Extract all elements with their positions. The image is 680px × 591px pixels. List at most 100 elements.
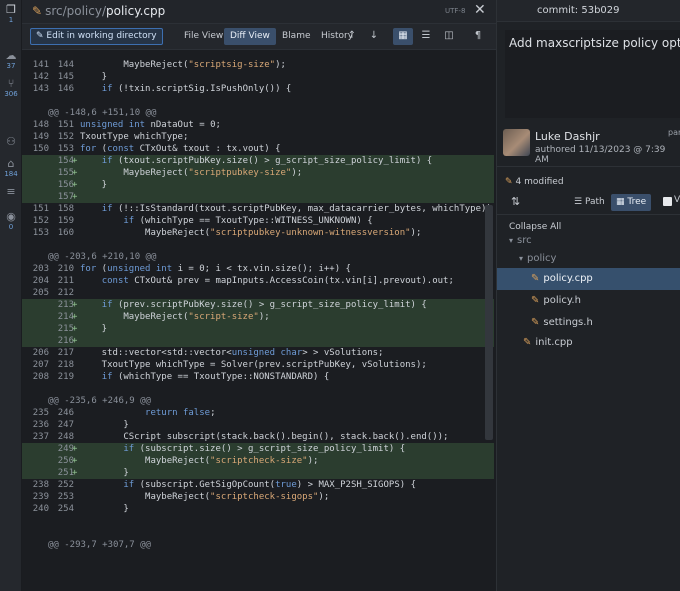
commit-sha[interactable]: commit: 53b029 [537, 5, 620, 16]
tree-file-settings-h[interactable]: ✎ settings.h [497, 312, 680, 334]
code-text: if (!::IsStandard(txout.scriptPubKey, ma… [101, 204, 496, 214]
code-text: TxoutType whichType; [80, 132, 189, 142]
context-line: 236 247 } [22, 419, 494, 431]
old-line-number: 239 [32, 492, 49, 502]
diff-sign: + [72, 168, 78, 178]
close-icon[interactable]: ✕ [474, 2, 486, 18]
tree-item-label: settings.h [543, 317, 593, 328]
code-text: return false; [145, 408, 216, 418]
new-line-number: 212 [57, 288, 74, 298]
hunk-header: @@ -293,7 +307,7 @@ [22, 539, 494, 551]
file-view-button[interactable]: File View [178, 28, 229, 45]
activity-item-tag[interactable]: ⌂ 184 [0, 158, 22, 179]
commit-panel: commit: 53b029 Add maxscriptsize policy … [496, 0, 680, 591]
edit-in-working-directory-button[interactable]: ✎ Edit in working directory [30, 28, 163, 45]
context-line: 235 246 return false; [22, 407, 494, 419]
stack-icon: ≡ [6, 185, 16, 198]
old-line-number: 149 [32, 132, 49, 142]
encoding-label[interactable]: UTF-8 [445, 7, 465, 15]
modified-count-label: 4 modified [515, 177, 564, 187]
edit-button-label: Edit in working directory [46, 31, 157, 41]
new-line-number: 160 [57, 228, 74, 238]
old-line-number: 240 [32, 504, 49, 514]
added-line: 249 + if (subscript.size() > g_script_siz… [22, 443, 494, 455]
code-text: MaybeReject("scriptpubkey-size"); [80, 168, 303, 178]
new-line-number: 153 [57, 144, 74, 154]
context-line: 141 144 MaybeReject("scriptsig-size"); [22, 59, 494, 71]
code-text: if (whichType == TxoutType::NONSTANDARD)… [101, 372, 330, 382]
old-line-number: 235 [32, 408, 49, 418]
diff-sign: + [72, 456, 78, 466]
hunk-header: @@ -235,6 +246,9 @@ [22, 395, 494, 407]
sort-icon[interactable]: ⇅ [511, 195, 520, 208]
split-view-icon[interactable]: ◫ [439, 28, 459, 45]
code-text: } [80, 72, 108, 82]
old-line-number: 208 [32, 372, 49, 382]
author-date: authored 11/13/2023 @ 7:39 AM [535, 145, 666, 165]
code-text: if (subscript.GetSigOpCount(true) > MAX_… [123, 480, 416, 490]
activity-item-cloud[interactable]: ☁ 37 [0, 50, 22, 71]
commit-message[interactable]: Add maxscriptsize policy option [505, 30, 680, 118]
tree-view-button[interactable]: ▦ Tree [611, 194, 652, 211]
whitespace-icon[interactable]: ¶ [468, 28, 488, 45]
diff-sign: + [72, 324, 78, 334]
added-line: 251 + } [22, 467, 494, 479]
old-line-number: 207 [32, 360, 49, 370]
diff-code-area[interactable]: 141 144 MaybeReject("scriptsig-size"); 142… [22, 50, 496, 591]
code-text: for (const CTxOut& txout : tx.vout) { [80, 144, 281, 154]
new-line-number: 217 [57, 348, 74, 358]
diff-toolbar: ✎ Edit in working directory File View Di… [22, 24, 496, 50]
context-line: 203 210 for (unsigned int i = 0; i < tx.vi… [22, 263, 494, 275]
hunk-header-text: @@ -235,6 +246,9 @@ [48, 396, 151, 406]
view-checkbox[interactable] [663, 197, 672, 206]
collapse-all-link[interactable]: Collapse All [509, 222, 561, 232]
tree-file-policy-h[interactable]: ✎ policy.h [497, 290, 680, 312]
diff-panel: ✎ src/policy/policy.cpp UTF-8 ✕ ✎ Edit in… [22, 0, 496, 591]
activity-item-stack[interactable]: ≡ [0, 186, 22, 198]
new-line-number: 218 [57, 360, 74, 370]
previous-change-icon[interactable]: ↑ [342, 28, 362, 45]
vertical-scrollbar[interactable] [485, 205, 493, 440]
added-line: 154 + if (txout.scriptPubKey.size() > g_s… [22, 155, 494, 167]
tree-item-label: policy [527, 253, 557, 264]
new-line-number: 152 [57, 132, 74, 142]
context-line: 150 153 for (const CTxOut& txout : tx.vout… [22, 143, 494, 155]
code-text: } [80, 504, 129, 514]
activity-item-submodule[interactable]: ◉ 0 [0, 211, 22, 232]
old-line-number: 151 [32, 204, 49, 214]
context-line: 153 160 MaybeReject("scriptpubkey-unknown… [22, 227, 494, 239]
new-line-number: 146 [57, 84, 74, 94]
old-line-number: 150 [32, 144, 49, 154]
new-line-number: 158 [57, 204, 74, 214]
old-line-number: 206 [32, 348, 49, 358]
code-text: } [80, 468, 129, 478]
users-icon: ⚇ [6, 135, 16, 148]
old-line-number: 152 [32, 216, 49, 226]
list-icon: ☰ [574, 197, 583, 207]
pencil-icon: ✎ [531, 295, 540, 306]
old-line-number: 141 [32, 60, 49, 70]
tree-folder-src[interactable]: ▾ src [497, 232, 680, 250]
activity-item-document[interactable]: ❐ 1 [0, 4, 22, 25]
context-line: 148 151 unsigned int nDataOut = 0; [22, 119, 494, 131]
tree-item-label: policy.cpp [543, 273, 593, 284]
next-change-icon[interactable]: ↓ [364, 28, 384, 45]
tree-file-init-cpp[interactable]: ✎ init.cpp [497, 332, 680, 354]
unified-view-icon[interactable]: ▦ [393, 28, 413, 45]
diff-view-button[interactable]: Diff View [224, 28, 276, 45]
blame-button[interactable]: Blame [276, 28, 317, 45]
activity-item-users[interactable]: ⚇ [0, 136, 22, 148]
tree-folder-policy[interactable]: ▾ policy [497, 250, 680, 268]
diff-sign: + [72, 192, 78, 202]
path-view-button[interactable]: ☰ Path [569, 194, 610, 211]
diff-sign: + [72, 156, 78, 166]
activity-item-branch[interactable]: ⑂ 306 [0, 78, 22, 99]
tree-file-policy-cpp[interactable]: ✎ policy.cpp [497, 268, 680, 290]
hunk-header: @@ -203,6 +210,10 @@ [22, 251, 494, 263]
code-text: for (unsigned int i = 0; i < tx.vin.size… [80, 264, 351, 274]
new-line-number: 246 [57, 408, 74, 418]
list-view-icon[interactable]: ☰ [416, 28, 436, 45]
added-line: 213 + if (prev.scriptPubKey.size() > g_sc… [22, 299, 494, 311]
tree-item-label: policy.h [543, 295, 581, 306]
context-line: 151 158 if (!::IsStandard(txout.scriptPub… [22, 203, 494, 215]
